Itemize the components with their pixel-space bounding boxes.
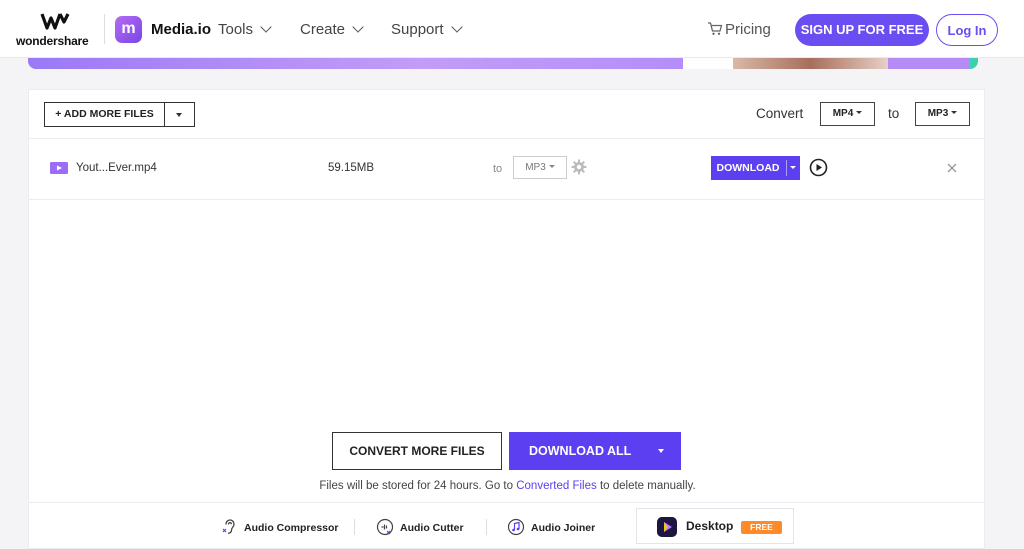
banner-edge	[970, 58, 978, 69]
source-format-select[interactable]: MP4	[820, 102, 875, 126]
notice-prefix: Files will be stored for 24 hours. Go to	[319, 480, 517, 492]
file-size: 59.15MB	[328, 162, 375, 174]
ear-icon	[222, 519, 235, 534]
wondershare-logo[interactable]: wondershare	[16, 12, 96, 48]
related-tools-bar: Audio Compressor Audio Cutter Audio Join…	[29, 502, 986, 549]
mediaio-brand[interactable]: Media.io	[151, 21, 211, 38]
free-badge: FREE	[741, 521, 782, 534]
banner-accent	[888, 58, 970, 69]
convert-more-files-button[interactable]: CONVERT MORE FILES	[332, 432, 502, 470]
audio-cutter-link[interactable]: Audio Cutter	[376, 518, 464, 536]
nav-create[interactable]: Create	[300, 21, 364, 38]
desktop-label: Desktop	[686, 519, 734, 533]
audio-compressor-label: Audio Compressor	[244, 522, 339, 534]
audio-compressor-link[interactable]: Audio Compressor	[220, 518, 339, 536]
chevron-down-icon	[260, 21, 272, 33]
to-label: to	[888, 106, 900, 121]
gear-icon[interactable]	[571, 159, 587, 175]
button-divider	[786, 160, 787, 176]
close-icon[interactable]	[946, 162, 958, 174]
converted-files-link[interactable]: Converted Files	[516, 480, 597, 492]
tool-divider	[486, 519, 487, 535]
audio-cutter-label: Audio Cutter	[400, 522, 464, 534]
wondershare-text: wondershare	[16, 34, 89, 48]
nav-support[interactable]: Support	[391, 21, 463, 38]
video-file-icon	[50, 162, 68, 174]
download-all-label: DOWNLOAD ALL	[529, 444, 632, 458]
add-more-files-label: + ADD MORE FILES	[55, 108, 154, 120]
source-format-value: MP4	[832, 108, 854, 119]
music-note-icon	[507, 518, 525, 536]
caret-down-icon	[856, 111, 863, 114]
pricing-link[interactable]: Pricing	[707, 21, 771, 38]
mediaio-logo-icon[interactable]: m	[115, 16, 142, 43]
audio-joiner-link[interactable]: Audio Joiner	[507, 518, 595, 536]
converter-toolbar: + ADD MORE FILES Convert MP4 to MP3	[29, 90, 986, 139]
header-divider	[104, 14, 105, 44]
target-format-value: MP3	[927, 108, 949, 119]
top-header: wondershare m Media.io Tools Create Supp…	[0, 0, 1024, 58]
signup-button[interactable]: SIGN UP FOR FREE	[795, 14, 929, 46]
audio-cut-icon	[376, 518, 394, 536]
chevron-down-icon	[450, 21, 463, 33]
caret-down-icon	[548, 165, 555, 168]
wondershare-mark-icon	[40, 13, 70, 30]
banner-gradient	[28, 58, 683, 69]
banner-plus-area	[683, 58, 733, 69]
nav-tools-label: Tools	[218, 21, 254, 38]
notice-suffix: to delete manually.	[596, 480, 696, 492]
chevron-down-icon	[352, 21, 364, 33]
play-preview-icon[interactable]	[809, 158, 828, 177]
nav-tools[interactable]: Tools	[218, 21, 272, 38]
caret-down-icon[interactable]	[790, 166, 796, 169]
audio-joiner-label: Audio Joiner	[531, 522, 596, 534]
nav-support-label: Support	[391, 21, 444, 38]
cart-icon	[708, 22, 723, 35]
pricing-label: Pricing	[725, 21, 771, 38]
login-button[interactable]: Log In	[936, 14, 998, 46]
add-more-files-button[interactable]: + ADD MORE FILES	[44, 102, 195, 127]
banner-photo	[733, 58, 888, 69]
row-format-value: MP3	[525, 162, 546, 173]
promo-banner[interactable]	[28, 58, 978, 69]
row-to-label: to	[493, 163, 503, 175]
download-all-button[interactable]: DOWNLOAD ALL	[509, 432, 681, 470]
download-label: DOWNLOAD	[716, 162, 780, 174]
converter-panel: + ADD MORE FILES Convert MP4 to MP3 Yout…	[28, 89, 986, 549]
caret-down-icon[interactable]	[658, 449, 664, 453]
button-divider	[164, 103, 165, 126]
row-format-select[interactable]: MP3	[513, 156, 567, 179]
target-format-select[interactable]: MP3	[915, 102, 970, 126]
caret-down-icon	[951, 111, 958, 114]
desktop-app-card[interactable]: Desktop FREE	[636, 508, 794, 544]
nav-create-label: Create	[300, 21, 346, 38]
file-name: Yout...Ever.mp4	[76, 162, 157, 174]
desktop-app-icon	[657, 517, 677, 537]
storage-notice: Files will be stored for 24 hours. Go to…	[29, 480, 986, 492]
tool-divider	[354, 519, 355, 535]
caret-down-icon[interactable]	[176, 113, 182, 117]
file-row: Yout...Ever.mp4 59.15MB to MP3 DOWNLOAD	[29, 139, 986, 200]
download-button[interactable]: DOWNLOAD	[711, 156, 800, 180]
convert-label: Convert	[756, 106, 804, 121]
